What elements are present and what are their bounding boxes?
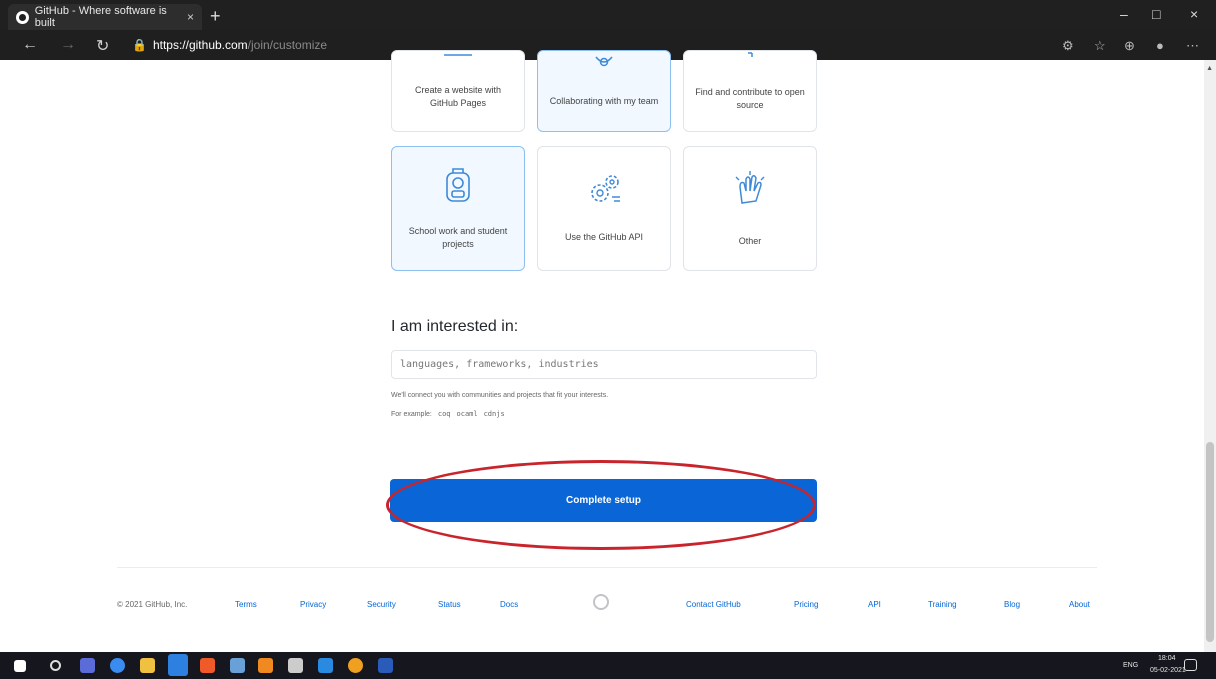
- footer-divider: [117, 567, 1097, 568]
- footer-link-contact[interactable]: Contact GitHub: [686, 600, 741, 609]
- card-label: Use the GitHub API: [564, 232, 644, 242]
- chrome-icon[interactable]: [348, 658, 363, 673]
- example-topic-chip[interactable]: coq: [438, 410, 451, 418]
- card-label: School work and student projects: [408, 226, 508, 249]
- team-collaboration-icon: [584, 51, 624, 75]
- example-topic-chip[interactable]: ocaml: [457, 410, 478, 418]
- forward-icon[interactable]: →: [60, 36, 76, 54]
- high-five-icon: [730, 169, 770, 209]
- card-open-source[interactable]: Find and contribute to open source: [683, 50, 817, 132]
- card-label: Create a website with GitHub Pages: [414, 85, 502, 108]
- card-school-work[interactable]: School work and student projects: [391, 146, 525, 271]
- back-icon[interactable]: ←: [22, 36, 38, 54]
- vlc-icon[interactable]: [258, 658, 273, 673]
- website-icon: [438, 51, 478, 67]
- notification-icon[interactable]: [1184, 659, 1197, 671]
- collections-icon[interactable]: ⊕: [1124, 38, 1135, 54]
- interests-examples: For example: coq ocaml cdnjs: [391, 410, 505, 418]
- app-icon[interactable]: [288, 658, 303, 673]
- card-collaborating[interactable]: Collaborating with my team: [537, 50, 671, 132]
- footer-link-pricing[interactable]: Pricing: [794, 600, 818, 609]
- tab-close-icon[interactable]: ×: [187, 10, 194, 24]
- interests-input[interactable]: [391, 350, 817, 379]
- page-content: Create a website with GitHub Pages Colla…: [0, 50, 1216, 652]
- footer-link-training[interactable]: Training: [928, 600, 957, 609]
- close-window-button[interactable]: ×: [1190, 6, 1198, 22]
- browser-tab[interactable]: GitHub - Where software is built ×: [8, 4, 202, 30]
- new-tab-button[interactable]: +: [210, 6, 221, 27]
- footer-link-about[interactable]: About: [1069, 600, 1090, 609]
- footer-link-security[interactable]: Security: [367, 600, 396, 609]
- footer-link-docs[interactable]: Docs: [500, 600, 518, 609]
- url-path: /join/customize: [247, 38, 328, 52]
- example-topic-chip[interactable]: cdnjs: [484, 410, 505, 418]
- tab-bar: GitHub - Where software is built × + – □…: [0, 0, 1216, 30]
- footer-link-terms[interactable]: Terms: [235, 600, 257, 609]
- footer-link-privacy[interactable]: Privacy: [300, 600, 326, 609]
- edge-icon[interactable]: [168, 654, 188, 676]
- footer-link-api[interactable]: API: [868, 600, 881, 609]
- refresh-icon[interactable]: ↻: [96, 36, 109, 56]
- card-other[interactable]: Other: [683, 146, 817, 271]
- complete-setup-button[interactable]: Complete setup: [390, 479, 817, 522]
- scrollbar-thumb[interactable]: [1206, 442, 1214, 642]
- scroll-up-icon[interactable]: ▲: [1206, 65, 1213, 72]
- windows-start-icon[interactable]: [14, 660, 26, 672]
- brave-icon[interactable]: [200, 658, 215, 673]
- file-explorer-icon[interactable]: [140, 658, 155, 673]
- card-label: Collaborating with my team: [549, 96, 659, 106]
- url-host: https://github.com: [152, 38, 248, 52]
- card-label: Other: [738, 236, 762, 246]
- interests-hint: We'll connect you with communities and p…: [391, 392, 609, 399]
- footer-link-status[interactable]: Status: [438, 600, 461, 609]
- examples-label: For example:: [391, 410, 432, 418]
- more-menu-icon[interactable]: ⋯: [1186, 38, 1199, 54]
- teams-icon[interactable]: [80, 658, 95, 673]
- clock-date[interactable]: 05-02-2021: [1150, 667, 1186, 674]
- tab-title: GitHub - Where software is built: [34, 5, 167, 29]
- search-icon[interactable]: [50, 660, 61, 671]
- github-favicon-icon: [16, 10, 29, 24]
- lock-icon: 🔒: [132, 38, 147, 52]
- reading-mode-icon[interactable]: ⚙: [1062, 38, 1074, 54]
- clock-time[interactable]: 18:04: [1158, 655, 1176, 662]
- github-logo-icon[interactable]: [593, 594, 609, 610]
- card-label: Find and contribute to open source: [695, 87, 805, 110]
- maximize-button[interactable]: □: [1152, 6, 1160, 22]
- footer-link-blog[interactable]: Blog: [1004, 600, 1020, 609]
- favorites-star-icon[interactable]: ☆: [1094, 38, 1106, 54]
- app-icon[interactable]: [110, 658, 125, 673]
- word-icon[interactable]: [378, 658, 393, 673]
- interests-heading: I am interested in:: [391, 318, 519, 335]
- gears-icon: [584, 171, 624, 211]
- card-github-pages[interactable]: Create a website with GitHub Pages: [391, 50, 525, 132]
- minimize-button[interactable]: –: [1120, 6, 1128, 22]
- windows-taskbar: ENG 18:04 05-02-2021: [0, 652, 1216, 679]
- open-source-icon: [730, 51, 770, 67]
- app-icon[interactable]: [230, 658, 245, 673]
- page-scrollbar[interactable]: ▲: [1204, 60, 1216, 652]
- profile-icon[interactable]: ●: [1156, 38, 1164, 53]
- footer-copyright: © 2021 GitHub, Inc.: [117, 600, 188, 609]
- vscode-icon[interactable]: [318, 658, 333, 673]
- card-github-api[interactable]: Use the GitHub API: [537, 146, 671, 271]
- url-field[interactable]: 🔒 https://github.com/join/customize: [132, 38, 327, 52]
- language-indicator[interactable]: ENG: [1123, 662, 1138, 669]
- backpack-icon: [441, 165, 475, 207]
